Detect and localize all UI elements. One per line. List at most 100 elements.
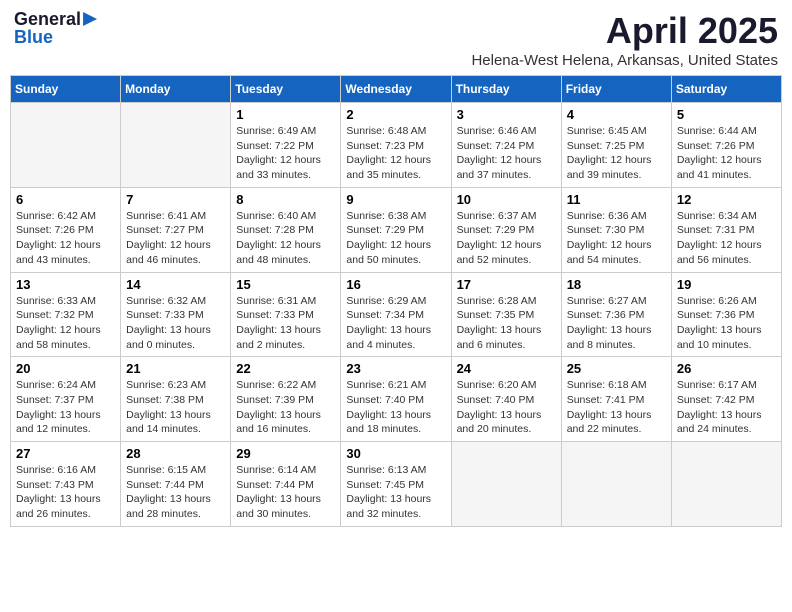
calendar-day-cell: 16 Sunrise: 6:29 AM Sunset: 7:34 PM Dayli… (341, 272, 451, 357)
day-number: 26 (677, 361, 776, 376)
calendar-day-cell: 28 Sunrise: 6:15 AM Sunset: 7:44 PM Dayli… (121, 442, 231, 527)
day-info: Sunrise: 6:20 AM Sunset: 7:40 PM Dayligh… (457, 378, 556, 437)
calendar-day-cell: 18 Sunrise: 6:27 AM Sunset: 7:36 PM Dayli… (561, 272, 671, 357)
day-number: 28 (126, 446, 225, 461)
day-info: Sunrise: 6:38 AM Sunset: 7:29 PM Dayligh… (346, 209, 445, 268)
day-info: Sunrise: 6:34 AM Sunset: 7:31 PM Dayligh… (677, 209, 776, 268)
day-number: 18 (567, 277, 666, 292)
day-of-week-header: Thursday (451, 76, 561, 103)
day-number: 4 (567, 107, 666, 122)
day-number: 8 (236, 192, 335, 207)
day-number: 5 (677, 107, 776, 122)
day-info: Sunrise: 6:37 AM Sunset: 7:29 PM Dayligh… (457, 209, 556, 268)
location-title: Helena-West Helena, Arkansas, United Sta… (471, 52, 778, 69)
calendar-day-cell (451, 442, 561, 527)
day-of-week-header: Saturday (671, 76, 781, 103)
day-info: Sunrise: 6:29 AM Sunset: 7:34 PM Dayligh… (346, 294, 445, 353)
day-info: Sunrise: 6:46 AM Sunset: 7:24 PM Dayligh… (457, 124, 556, 183)
calendar-day-cell: 19 Sunrise: 6:26 AM Sunset: 7:36 PM Dayli… (671, 272, 781, 357)
day-number: 13 (16, 277, 115, 292)
calendar-day-cell: 17 Sunrise: 6:28 AM Sunset: 7:35 PM Dayli… (451, 272, 561, 357)
day-number: 25 (567, 361, 666, 376)
calendar-day-cell: 21 Sunrise: 6:23 AM Sunset: 7:38 PM Dayli… (121, 357, 231, 442)
day-number: 12 (677, 192, 776, 207)
calendar-day-cell: 7Sunrise: 6:41 AM Sunset: 7:27 PM Daylig… (121, 187, 231, 272)
day-info: Sunrise: 6:31 AM Sunset: 7:33 PM Dayligh… (236, 294, 335, 353)
calendar-week-row: 1 Sunrise: 6:49 AM Sunset: 7:22 PM Daylig… (11, 103, 782, 188)
day-info: Sunrise: 6:42 AM Sunset: 7:26 PM Dayligh… (16, 209, 115, 268)
calendar-week-row: 13 Sunrise: 6:33 AM Sunset: 7:32 PM Dayli… (11, 272, 782, 357)
day-info: Sunrise: 6:32 AM Sunset: 7:33 PM Dayligh… (126, 294, 225, 353)
day-number: 17 (457, 277, 556, 292)
title-area: April 2025 Helena-West Helena, Arkansas,… (471, 10, 778, 69)
calendar-day-cell: 2Sunrise: 6:48 AM Sunset: 7:23 PM Daylig… (341, 103, 451, 188)
day-of-week-header: Sunday (11, 76, 121, 103)
day-info: Sunrise: 6:26 AM Sunset: 7:36 PM Dayligh… (677, 294, 776, 353)
calendar-day-cell: 1 Sunrise: 6:49 AM Sunset: 7:22 PM Daylig… (231, 103, 341, 188)
calendar-day-cell: 10 Sunrise: 6:37 AM Sunset: 7:29 PM Dayli… (451, 187, 561, 272)
calendar-day-cell: 23 Sunrise: 6:21 AM Sunset: 7:40 PM Dayli… (341, 357, 451, 442)
logo: General Blue (14, 10, 97, 46)
calendar-day-cell: 14 Sunrise: 6:32 AM Sunset: 7:33 PM Dayli… (121, 272, 231, 357)
calendar-day-cell: 6 Sunrise: 6:42 AM Sunset: 7:26 PM Daylig… (11, 187, 121, 272)
day-info: Sunrise: 6:23 AM Sunset: 7:38 PM Dayligh… (126, 378, 225, 437)
day-number: 10 (457, 192, 556, 207)
calendar-day-cell: 27Sunrise: 6:16 AM Sunset: 7:43 PM Dayli… (11, 442, 121, 527)
calendar-day-cell: 20 Sunrise: 6:24 AM Sunset: 7:37 PM Dayli… (11, 357, 121, 442)
calendar-day-cell: 12 Sunrise: 6:34 AM Sunset: 7:31 PM Dayli… (671, 187, 781, 272)
day-number: 7 (126, 192, 225, 207)
calendar-day-cell: 22 Sunrise: 6:22 AM Sunset: 7:39 PM Dayli… (231, 357, 341, 442)
day-info: Sunrise: 6:13 AM Sunset: 7:45 PM Dayligh… (346, 463, 445, 522)
day-number: 23 (346, 361, 445, 376)
logo-blue-text: Blue (14, 28, 53, 46)
calendar-day-cell: 26 Sunrise: 6:17 AM Sunset: 7:42 PM Dayli… (671, 357, 781, 442)
day-info: Sunrise: 6:21 AM Sunset: 7:40 PM Dayligh… (346, 378, 445, 437)
day-info: Sunrise: 6:33 AM Sunset: 7:32 PM Dayligh… (16, 294, 115, 353)
day-number: 3 (457, 107, 556, 122)
day-number: 19 (677, 277, 776, 292)
day-info: Sunrise: 6:24 AM Sunset: 7:37 PM Dayligh… (16, 378, 115, 437)
day-of-week-header: Monday (121, 76, 231, 103)
day-number: 24 (457, 361, 556, 376)
calendar-day-cell (561, 442, 671, 527)
day-number: 14 (126, 277, 225, 292)
calendar-day-cell: 24 Sunrise: 6:20 AM Sunset: 7:40 PM Dayli… (451, 357, 561, 442)
calendar-day-cell: 9 Sunrise: 6:38 AM Sunset: 7:29 PM Daylig… (341, 187, 451, 272)
calendar-week-row: 27Sunrise: 6:16 AM Sunset: 7:43 PM Dayli… (11, 442, 782, 527)
calendar-table: SundayMondayTuesdayWednesdayThursdayFrid… (10, 75, 782, 527)
calendar-day-cell: 4 Sunrise: 6:45 AM Sunset: 7:25 PM Daylig… (561, 103, 671, 188)
calendar-day-cell: 30Sunrise: 6:13 AM Sunset: 7:45 PM Dayli… (341, 442, 451, 527)
day-number: 6 (16, 192, 115, 207)
day-info: Sunrise: 6:49 AM Sunset: 7:22 PM Dayligh… (236, 124, 335, 183)
day-number: 15 (236, 277, 335, 292)
logo-arrow-icon (83, 12, 97, 26)
day-info: Sunrise: 6:27 AM Sunset: 7:36 PM Dayligh… (567, 294, 666, 353)
header: General Blue April 2025 Helena-West Hele… (10, 10, 782, 69)
day-info: Sunrise: 6:48 AM Sunset: 7:23 PM Dayligh… (346, 124, 445, 183)
calendar-day-cell: 3 Sunrise: 6:46 AM Sunset: 7:24 PM Daylig… (451, 103, 561, 188)
day-number: 22 (236, 361, 335, 376)
month-title: April 2025 (471, 10, 778, 52)
day-info: Sunrise: 6:22 AM Sunset: 7:39 PM Dayligh… (236, 378, 335, 437)
calendar-day-cell: 13 Sunrise: 6:33 AM Sunset: 7:32 PM Dayli… (11, 272, 121, 357)
calendar-day-cell: 25Sunrise: 6:18 AM Sunset: 7:41 PM Dayli… (561, 357, 671, 442)
day-number: 16 (346, 277, 445, 292)
day-number: 21 (126, 361, 225, 376)
calendar-day-cell (671, 442, 781, 527)
day-number: 20 (16, 361, 115, 376)
calendar-day-cell (11, 103, 121, 188)
day-info: Sunrise: 6:16 AM Sunset: 7:43 PM Dayligh… (16, 463, 115, 522)
day-number: 11 (567, 192, 666, 207)
day-info: Sunrise: 6:15 AM Sunset: 7:44 PM Dayligh… (126, 463, 225, 522)
day-number: 9 (346, 192, 445, 207)
calendar-day-cell: 15 Sunrise: 6:31 AM Sunset: 7:33 PM Dayli… (231, 272, 341, 357)
day-info: Sunrise: 6:36 AM Sunset: 7:30 PM Dayligh… (567, 209, 666, 268)
day-info: Sunrise: 6:28 AM Sunset: 7:35 PM Dayligh… (457, 294, 556, 353)
day-of-week-header: Wednesday (341, 76, 451, 103)
calendar-week-row: 6 Sunrise: 6:42 AM Sunset: 7:26 PM Daylig… (11, 187, 782, 272)
day-info: Sunrise: 6:44 AM Sunset: 7:26 PM Dayligh… (677, 124, 776, 183)
day-info: Sunrise: 6:45 AM Sunset: 7:25 PM Dayligh… (567, 124, 666, 183)
day-info: Sunrise: 6:17 AM Sunset: 7:42 PM Dayligh… (677, 378, 776, 437)
day-number: 1 (236, 107, 335, 122)
calendar-header-row: SundayMondayTuesdayWednesdayThursdayFrid… (11, 76, 782, 103)
